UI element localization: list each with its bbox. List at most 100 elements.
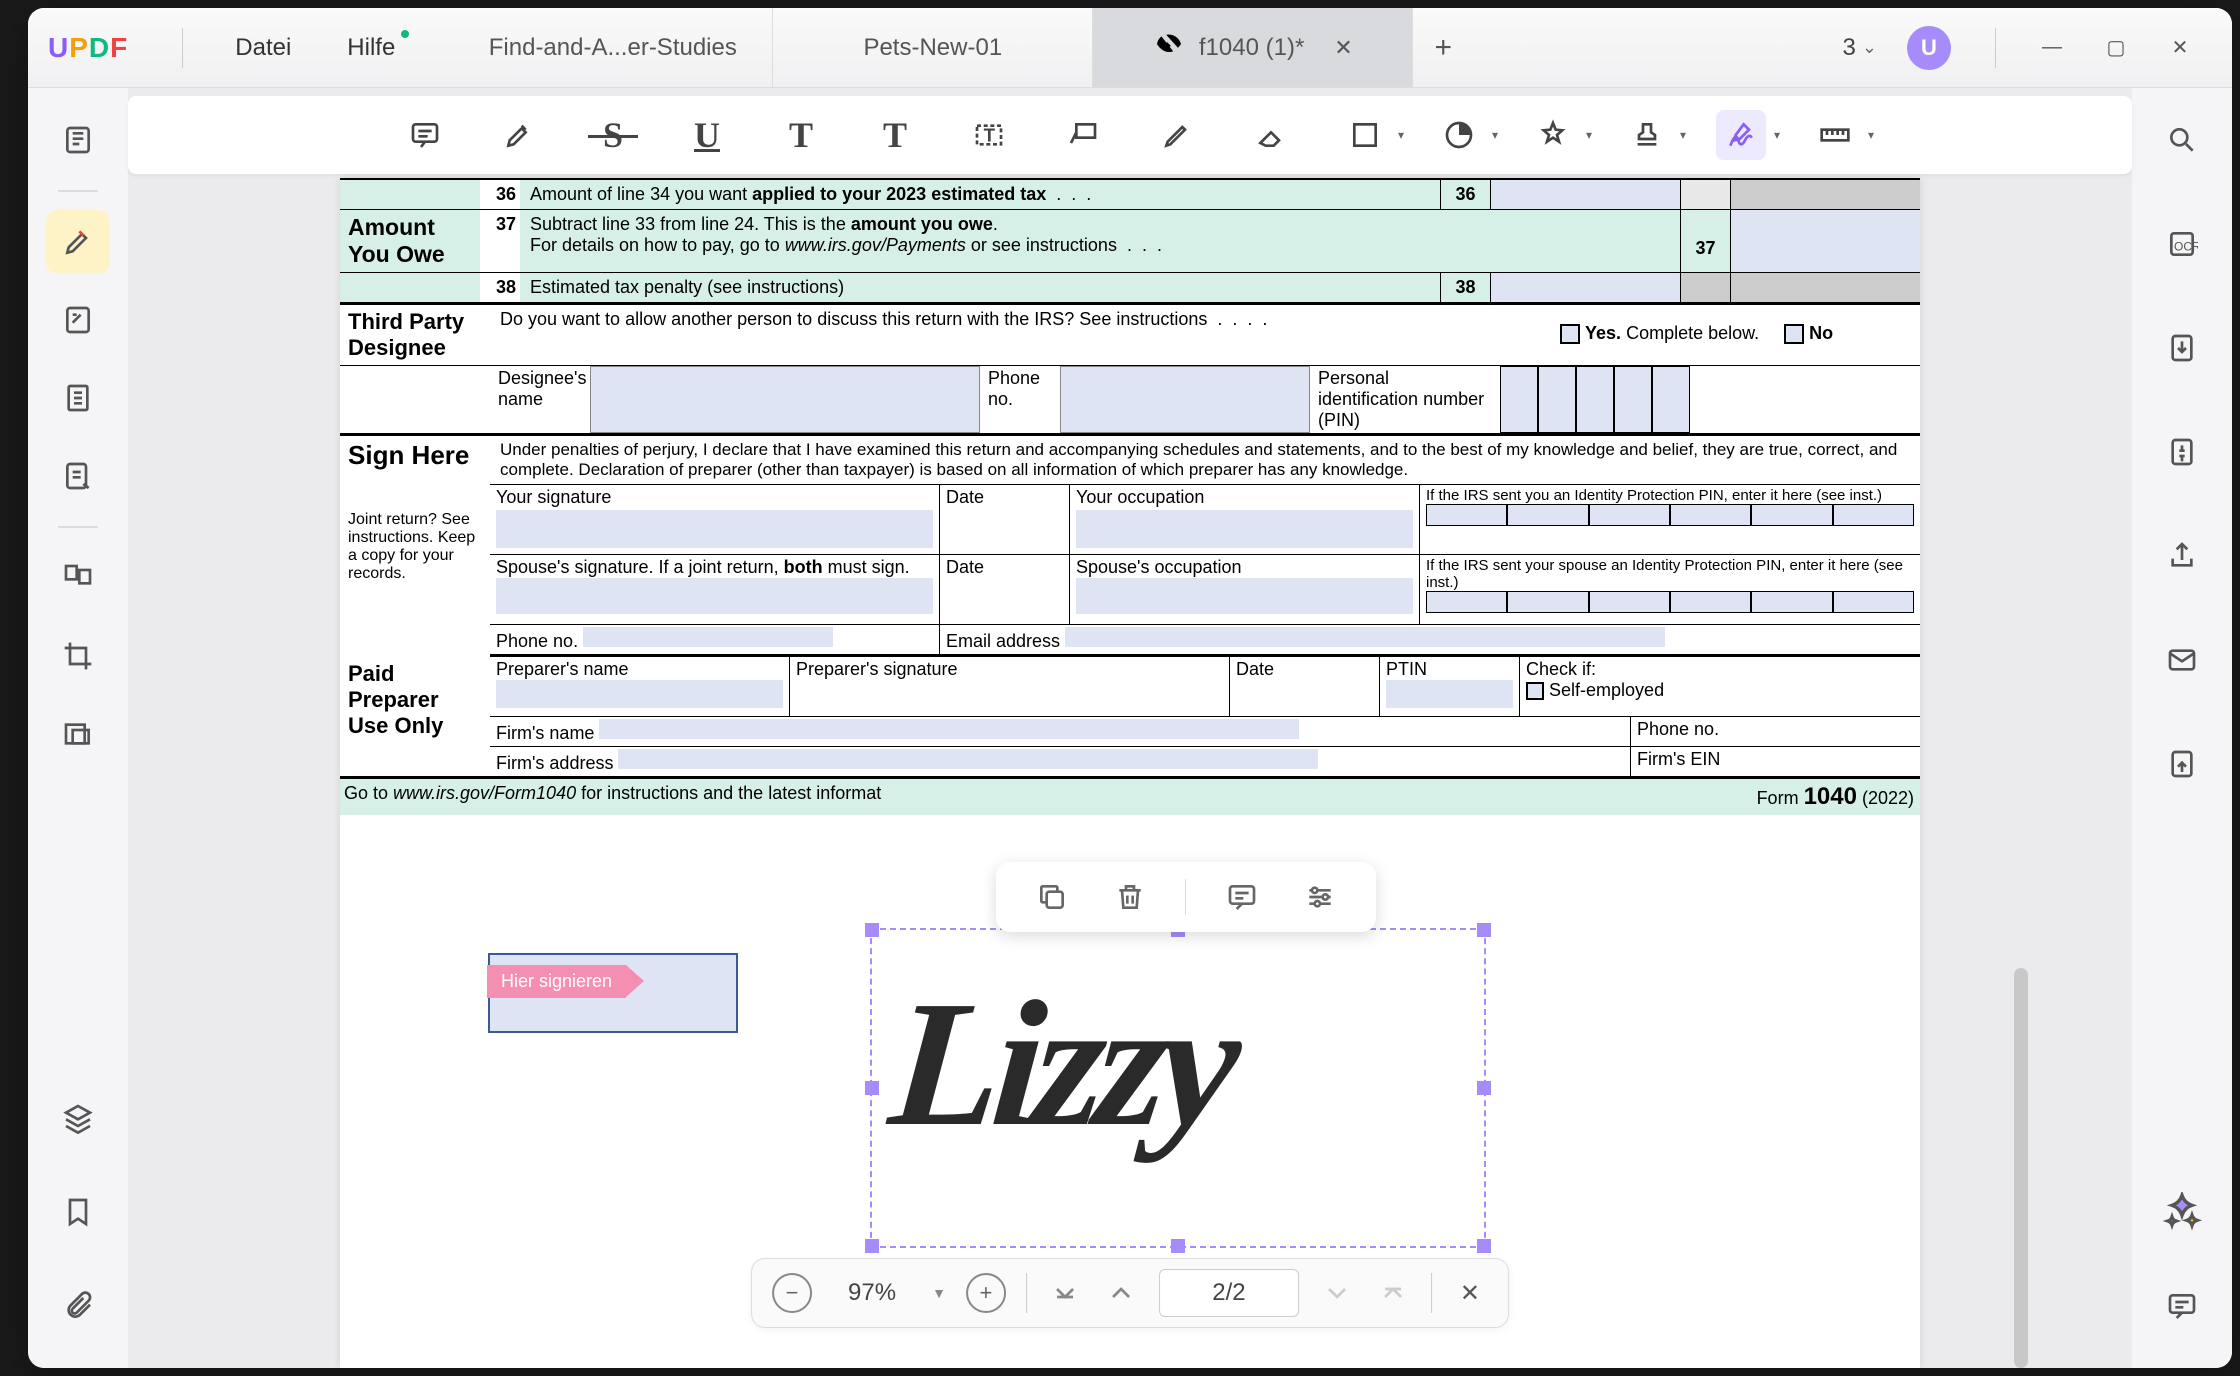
thumbnails-icon[interactable] [46,108,110,172]
edit-text-icon[interactable] [46,288,110,352]
designee-name-input[interactable] [590,366,980,433]
pencil-tool-icon[interactable] [1152,110,1202,160]
email-icon[interactable] [2150,628,2214,692]
add-tab-button[interactable]: + [1413,8,1473,87]
zoom-dropdown-icon[interactable]: ▼ [932,1285,946,1301]
layers-icon[interactable] [46,1086,110,1150]
comment-panel-icon[interactable] [2150,1274,2214,1338]
stamp-tool-icon[interactable] [1528,110,1578,160]
convert-icon[interactable] [2150,316,2214,380]
occupation-field[interactable] [1076,510,1413,548]
form-tool-icon[interactable] [46,444,110,508]
document-viewport[interactable]: 36 Amount of line 34 you want applied to… [128,88,2132,1368]
resize-handle[interactable] [865,1081,879,1095]
tab-label: Find-and-A...er-Studies [489,34,737,62]
search-icon[interactable] [2150,108,2214,172]
menu-help[interactable]: Hilfe [347,34,395,62]
resize-handle[interactable] [865,923,879,937]
maximize-button[interactable]: ▢ [2096,28,2136,68]
first-page-icon[interactable] [1047,1275,1083,1311]
pin-box[interactable] [1576,366,1614,433]
resize-handle[interactable] [1477,1239,1491,1253]
textbox-tool-icon[interactable]: T [964,110,1014,160]
vertical-scrollbar[interactable] [2014,968,2028,1368]
eraser-tool-icon[interactable] [1246,110,1296,160]
bookmark-icon[interactable] [46,1180,110,1244]
strikethrough-tool-icon[interactable]: S [588,110,638,160]
chevron-down-icon[interactable]: ⌄ [1862,37,1877,58]
signature-tool-icon[interactable] [1716,110,1766,160]
text-tool-icon[interactable]: T [870,110,920,160]
callout-tool-icon[interactable] [1058,110,1108,160]
zoom-in-button[interactable]: + [966,1273,1006,1313]
compress-icon[interactable] [2150,420,2214,484]
signature-field-placeholder[interactable]: Hier signieren [488,953,738,1033]
pin-box[interactable] [1538,366,1576,433]
minimize-button[interactable]: — [2032,28,2072,68]
page-number-input[interactable]: 2 / 2 [1159,1269,1299,1317]
separator [182,28,183,68]
resize-handle[interactable] [1171,1239,1185,1253]
stamp2-tool-icon[interactable] [1622,110,1672,160]
squiggly-tool-icon[interactable]: T [776,110,826,160]
crop-icon[interactable] [46,624,110,688]
copy-icon[interactable] [1030,875,1074,919]
your-occupation-label: Your occupation [1070,485,1420,554]
checkbox-no[interactable] [1784,324,1804,344]
close-window-button[interactable]: ✕ [2160,28,2200,68]
tab-1[interactable]: Pets-New-01 [773,8,1093,87]
attachment-icon[interactable] [46,1274,110,1338]
comment-tool-icon[interactable] [400,110,450,160]
highlight-tool-icon[interactable] [46,210,110,274]
resize-handle[interactable] [1477,923,1491,937]
menu-file[interactable]: Datei [235,34,291,62]
redact-icon[interactable] [46,702,110,766]
sidebar-right-bottom [2150,1180,2214,1338]
underline-tool-icon[interactable]: U [682,110,732,160]
last-page-icon[interactable] [1375,1275,1411,1311]
close-bar-icon[interactable]: ✕ [1452,1275,1488,1311]
highlighter-tool-icon[interactable] [494,110,544,160]
pin-box[interactable] [1614,366,1652,433]
signature-annotation-selected[interactable]: Lizzy [870,928,1486,1248]
delete-icon[interactable] [1108,875,1152,919]
app-window: UPDF Datei Hilfe Find-and-A...er-Studies… [28,8,2232,1368]
page-tool-icon[interactable] [46,366,110,430]
designee-phone-input[interactable] [1060,366,1310,433]
zoom-value[interactable]: 97% [832,1279,912,1307]
spouse-sig-field[interactable] [496,578,933,614]
signature-value: Lizzy [883,960,1241,1167]
pin-box[interactable] [1500,366,1538,433]
properties-icon[interactable] [1298,875,1342,919]
checkbox-yes[interactable] [1560,324,1580,344]
your-signature-field[interactable] [496,510,933,548]
line-38-input[interactable] [1490,273,1680,302]
tab-2[interactable]: f1040 (1)* ✕ [1093,8,1413,87]
line-37-input[interactable] [1730,210,1920,272]
ai-assistant-icon[interactable] [2150,1180,2214,1244]
self-employed-checkbox[interactable] [1526,682,1544,700]
organize-icon[interactable] [46,546,110,610]
shape-tool-icon[interactable] [1340,110,1390,160]
tab-0[interactable]: Find-and-A...er-Studies [453,8,773,87]
line-37-num: 37 [480,210,520,272]
open-count[interactable]: 3 [1843,34,1856,62]
note-icon[interactable] [1220,875,1264,919]
share-icon[interactable] [2150,524,2214,588]
line-36-input[interactable] [1490,180,1680,209]
user-avatar[interactable]: U [1907,26,1951,70]
prev-page-icon[interactable] [1103,1275,1139,1311]
close-tab-icon[interactable]: ✕ [1334,35,1352,61]
resize-handle[interactable] [865,1239,879,1253]
next-page-icon[interactable] [1319,1275,1355,1311]
ocr-icon[interactable]: OCR [2150,212,2214,276]
sticker-tool-icon[interactable] [1434,110,1484,160]
resize-handle[interactable] [1477,1081,1491,1095]
zoom-out-button[interactable]: − [772,1273,812,1313]
save-cloud-icon[interactable] [2150,732,2214,796]
designee-name-label: Designee's name [490,366,590,433]
ruler-tool-icon[interactable] [1810,110,1860,160]
separator [58,526,98,528]
separator [1995,28,1996,68]
pin-box[interactable] [1652,366,1690,433]
